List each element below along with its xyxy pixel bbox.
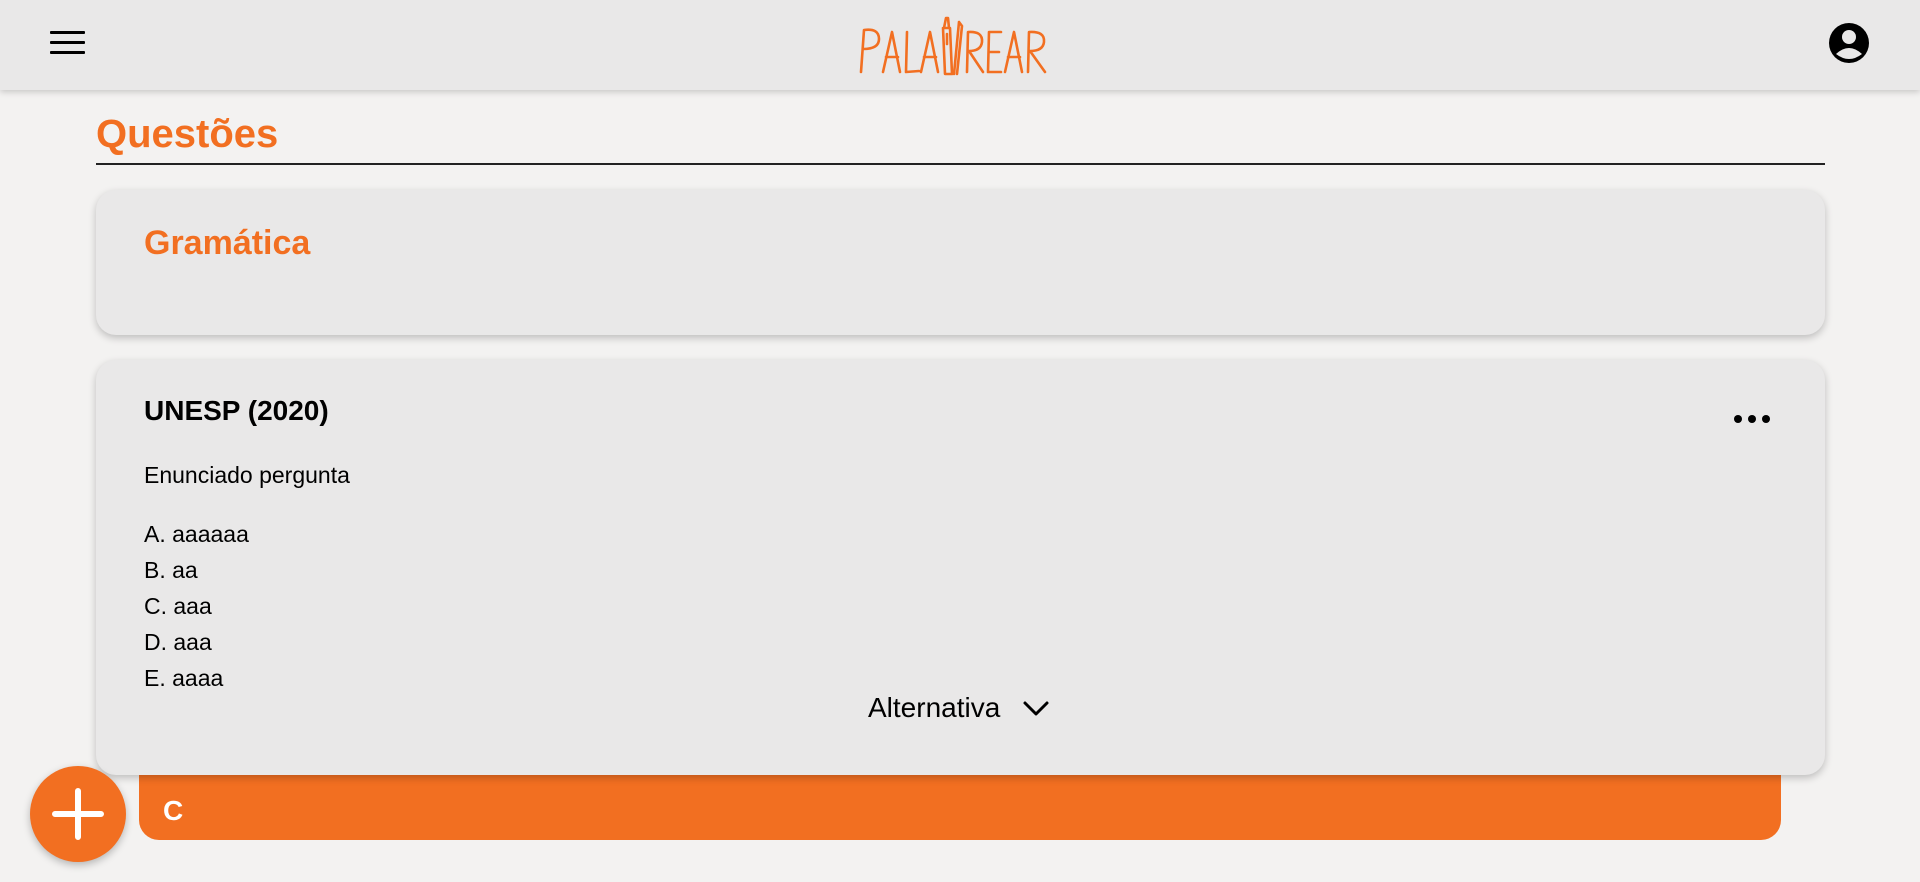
option-d: D. aaa bbox=[144, 629, 212, 655]
answer-options: A. aaaaaa B. aa C. aaa D. aaa E. aaaa bbox=[144, 516, 249, 696]
option-c: C. aaa bbox=[144, 593, 212, 619]
chevron-down-icon bbox=[1023, 701, 1049, 716]
palavrear-logo[interactable] bbox=[855, 14, 1065, 78]
category-title: Gramática bbox=[144, 224, 311, 262]
add-question-button[interactable] bbox=[30, 766, 126, 862]
option-a: A. aaaaaa bbox=[144, 521, 249, 547]
correct-answer: C bbox=[163, 795, 184, 826]
alternativa-toggle-button[interactable]: Alternativa bbox=[868, 688, 1050, 728]
title-divider bbox=[96, 163, 1825, 165]
question-statement: Enunciado pergunta bbox=[144, 462, 350, 488]
more-horizontal-icon[interactable] bbox=[1732, 412, 1772, 426]
account-circle-icon[interactable] bbox=[1828, 22, 1870, 64]
option-e: E. aaaa bbox=[144, 665, 224, 691]
hamburger-menu-icon[interactable] bbox=[48, 26, 88, 60]
app-bar bbox=[0, 0, 1920, 90]
alternativa-label: Alternativa bbox=[868, 692, 1001, 723]
page-title: Questões bbox=[96, 112, 279, 156]
question-card: UNESP (2020) Enunciado pergunta A. aaaaa… bbox=[96, 360, 1825, 775]
option-b: B. aa bbox=[144, 557, 198, 583]
plus-icon bbox=[52, 788, 104, 840]
category-card[interactable]: Gramática bbox=[96, 190, 1825, 335]
question-source: UNESP (2020) bbox=[144, 395, 329, 426]
